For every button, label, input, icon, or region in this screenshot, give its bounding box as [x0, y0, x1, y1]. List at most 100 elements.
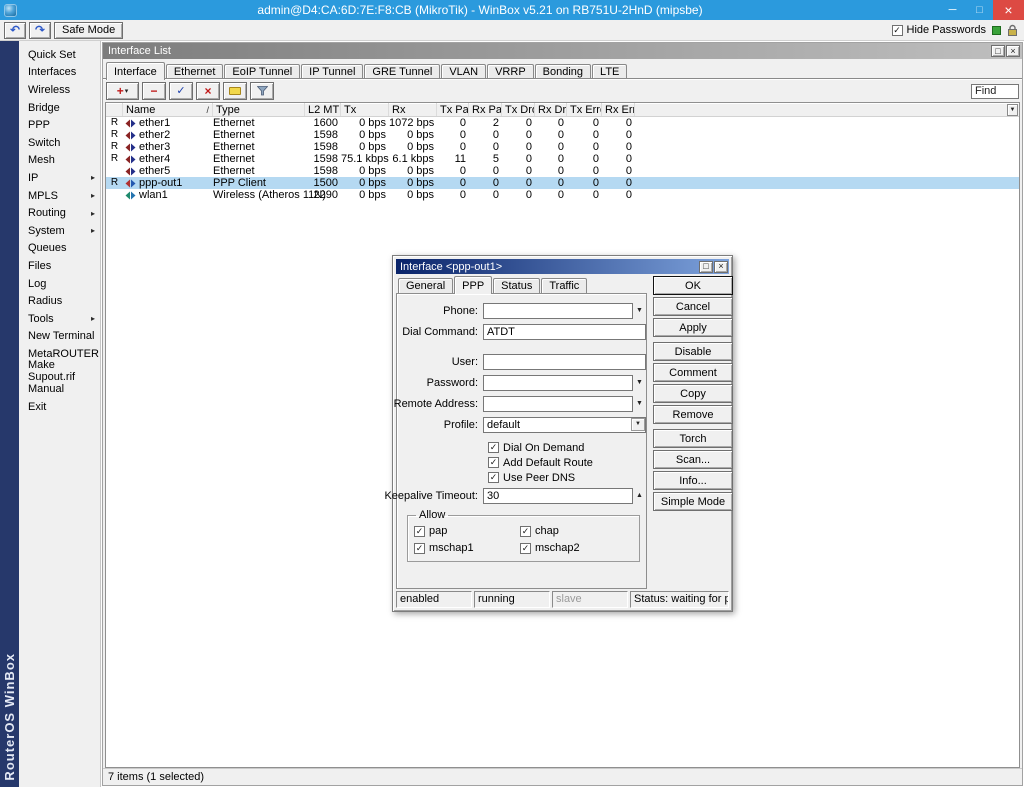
- sidebar-item-interfaces[interactable]: Interfaces: [19, 64, 100, 82]
- allow-pap-checkbox[interactable]: ✓pap: [414, 525, 520, 537]
- dialog-close-button[interactable]: ×: [714, 261, 728, 273]
- comment-button[interactable]: Comment: [653, 363, 733, 382]
- forward-button[interactable]: ↷: [29, 22, 51, 39]
- tab-lte[interactable]: LTE: [592, 64, 627, 79]
- interface-row-ether5[interactable]: ether5Ethernet15980 bps0 bps000000: [106, 165, 1019, 177]
- cancel-button[interactable]: Cancel: [653, 297, 733, 316]
- tab-vlan[interactable]: VLAN: [441, 64, 486, 79]
- tab-eoip-tunnel[interactable]: EoIP Tunnel: [224, 64, 300, 79]
- torch-button[interactable]: Torch: [653, 429, 733, 448]
- tab-vrrp[interactable]: VRRP: [487, 64, 534, 79]
- column-header-tx-errors[interactable]: Tx Errors: [567, 103, 602, 116]
- allow-chap-checkbox[interactable]: ✓chap: [520, 525, 635, 537]
- phone-dropdown-icon[interactable]: ▼: [633, 307, 646, 314]
- column-header-tx[interactable]: Tx: [341, 103, 389, 116]
- simple-mode-button[interactable]: Simple Mode: [653, 492, 733, 511]
- column-chooser-button[interactable]: ▼: [1007, 104, 1018, 116]
- interface-list-titlebar[interactable]: Interface List □ ×: [103, 43, 1022, 59]
- hide-passwords-checkbox[interactable]: ✓ Hide Passwords: [892, 24, 986, 36]
- tab-interface[interactable]: Interface: [106, 62, 165, 80]
- sidebar-item-make-supout-rif[interactable]: Make Supout.rif: [19, 363, 100, 381]
- profile-select[interactable]: ▼: [483, 417, 646, 433]
- dialog-tab-status[interactable]: Status: [493, 278, 540, 293]
- interface-row-ether2[interactable]: Rether2Ethernet15980 bps0 bps000000: [106, 129, 1019, 141]
- interface-list-maximize-button[interactable]: □: [991, 45, 1005, 57]
- dialog-tab-general[interactable]: General: [398, 278, 453, 293]
- tab-gre-tunnel[interactable]: GRE Tunnel: [364, 64, 440, 79]
- disable-button[interactable]: Disable: [653, 342, 733, 361]
- sidebar-item-files[interactable]: Files: [19, 257, 100, 275]
- sidebar-item-ip[interactable]: IP▸: [19, 169, 100, 187]
- column-header-flags[interactable]: [106, 103, 123, 116]
- enable-interface-button[interactable]: ✓: [169, 82, 193, 100]
- dial-on-demand-checkbox[interactable]: ✓Dial On Demand: [488, 440, 646, 455]
- sidebar-item-wireless[interactable]: Wireless: [19, 81, 100, 99]
- sidebar-item-system[interactable]: System▸: [19, 222, 100, 240]
- column-header-type[interactable]: Type: [213, 103, 305, 116]
- column-header-tx-drops[interactable]: Tx Drops: [502, 103, 535, 116]
- sidebar-item-tools[interactable]: Tools▸: [19, 310, 100, 328]
- interface-list-close-button[interactable]: ×: [1006, 45, 1020, 57]
- column-header-rx-drops[interactable]: Rx Drops: [535, 103, 567, 116]
- back-button[interactable]: ↶: [4, 22, 26, 39]
- use-peer-dns-checkbox[interactable]: ✓Use Peer DNS: [488, 470, 646, 485]
- ok-button[interactable]: OK: [653, 276, 733, 295]
- dialog-tab-traffic[interactable]: Traffic: [541, 278, 587, 293]
- tab-ip-tunnel[interactable]: IP Tunnel: [301, 64, 363, 79]
- phone-input[interactable]: [483, 303, 633, 319]
- sidebar-item-mesh[interactable]: Mesh: [19, 152, 100, 170]
- sidebar-item-exit[interactable]: Exit: [19, 398, 100, 416]
- remove-button[interactable]: Remove: [653, 405, 733, 424]
- column-header-name[interactable]: Name/: [123, 103, 213, 116]
- column-header-rx[interactable]: Rx: [389, 103, 437, 116]
- info-button[interactable]: Info...: [653, 471, 733, 490]
- sidebar-item-new-terminal[interactable]: New Terminal: [19, 328, 100, 346]
- column-header-l2-mtu[interactable]: L2 MTU: [305, 103, 341, 116]
- apply-button[interactable]: Apply: [653, 318, 733, 337]
- sidebar-item-bridge[interactable]: Bridge: [19, 99, 100, 117]
- close-button[interactable]: ×: [993, 0, 1024, 20]
- filter-button[interactable]: [250, 82, 274, 100]
- find-input[interactable]: [971, 84, 1019, 99]
- profile-input[interactable]: [483, 417, 646, 433]
- maximize-button[interactable]: □: [966, 0, 993, 20]
- remote-address-dropdown-icon[interactable]: ▼: [633, 400, 646, 407]
- password-input[interactable]: [483, 375, 633, 391]
- minimize-button[interactable]: ─: [939, 0, 966, 20]
- dialog-maximize-button[interactable]: □: [699, 261, 713, 273]
- column-header-rx-pac[interactable]: Rx Pac...: [469, 103, 502, 116]
- dial-command-input[interactable]: [483, 324, 646, 340]
- column-header-tx-pac[interactable]: Tx Pac...: [437, 103, 469, 116]
- interface-row-ether4[interactable]: Rether4Ethernet159875.1 kbps6.1 kbps1150…: [106, 153, 1019, 165]
- disable-interface-button[interactable]: ×: [196, 82, 220, 100]
- keepalive-timeout-input[interactable]: [483, 488, 633, 504]
- sidebar-item-quick-set[interactable]: Quick Set: [19, 46, 100, 64]
- sidebar-item-mpls[interactable]: MPLS▸: [19, 187, 100, 205]
- interface-row-ether1[interactable]: Rether1Ethernet16000 bps1072 bps020000: [106, 117, 1019, 129]
- interface-row-wlan1[interactable]: wlan1Wireless (Atheros 11N)22900 bps0 bp…: [106, 189, 1019, 201]
- allow-mschap2-checkbox[interactable]: ✓mschap2: [520, 542, 635, 554]
- column-header-rx-errors[interactable]: Rx Errors: [602, 103, 635, 116]
- comment-button[interactable]: [223, 82, 247, 100]
- remove-interface-button[interactable]: −: [142, 82, 166, 100]
- keepalive-up-arrow-icon[interactable]: ▲: [633, 492, 646, 499]
- remote-address-input[interactable]: [483, 396, 633, 412]
- profile-dropdown-icon[interactable]: ▼: [631, 418, 645, 431]
- scan-button[interactable]: Scan...: [653, 450, 733, 469]
- password-dropdown-icon[interactable]: ▼: [633, 379, 646, 386]
- add-default-route-checkbox[interactable]: ✓Add Default Route: [488, 455, 646, 470]
- dialog-tab-ppp[interactable]: PPP: [454, 276, 492, 294]
- sidebar-item-queues[interactable]: Queues: [19, 240, 100, 258]
- sidebar-item-switch[interactable]: Switch: [19, 134, 100, 152]
- sidebar-item-log[interactable]: Log: [19, 275, 100, 293]
- tab-bonding[interactable]: Bonding: [535, 64, 591, 79]
- dialog-titlebar[interactable]: Interface <ppp-out1> □ ×: [396, 259, 729, 274]
- sidebar-item-radius[interactable]: Radius: [19, 292, 100, 310]
- user-input[interactable]: [483, 354, 646, 370]
- interface-row-ether3[interactable]: Rether3Ethernet15980 bps0 bps000000: [106, 141, 1019, 153]
- sidebar-item-routing[interactable]: Routing▸: [19, 204, 100, 222]
- safe-mode-button[interactable]: Safe Mode: [54, 22, 123, 39]
- allow-mschap1-checkbox[interactable]: ✓mschap1: [414, 542, 520, 554]
- sidebar-item-ppp[interactable]: PPP: [19, 116, 100, 134]
- tab-ethernet[interactable]: Ethernet: [166, 64, 224, 79]
